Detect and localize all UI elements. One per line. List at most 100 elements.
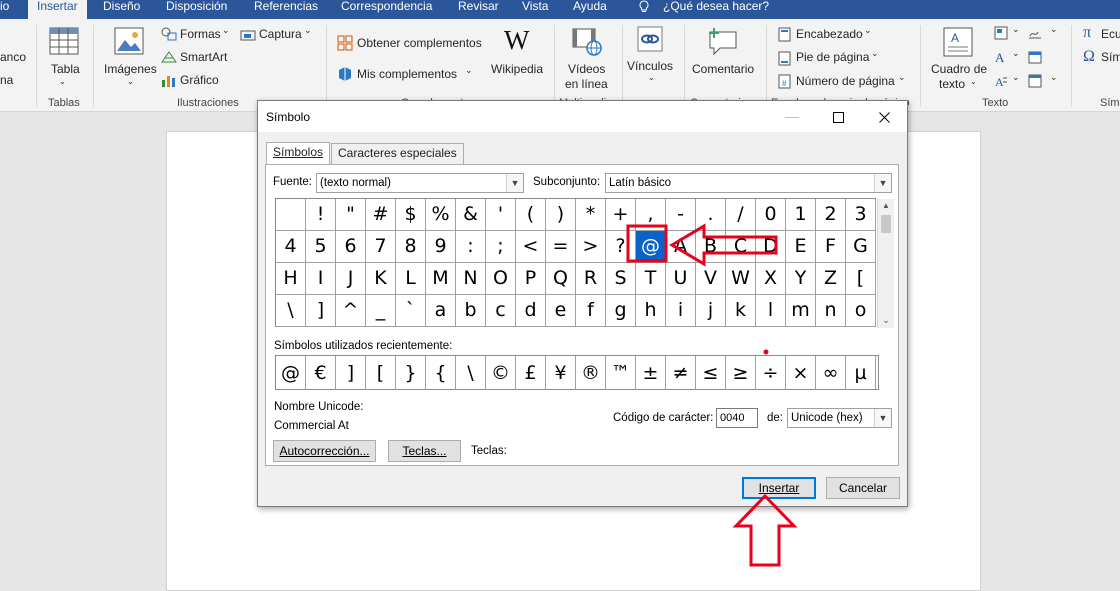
- symbol-cell[interactable]: E: [786, 231, 816, 263]
- symbol-cell[interactable]: !: [306, 199, 336, 231]
- recent-symbol-cell[interactable]: ×: [786, 356, 816, 390]
- symbol-cell[interactable]: V: [696, 263, 726, 295]
- symbol-cell[interactable]: W: [726, 263, 756, 295]
- symbol-cell[interactable]: ^: [336, 295, 366, 327]
- online-video-icon[interactable]: [572, 27, 602, 57]
- tab-disposicion[interactable]: Disposición: [166, 0, 227, 19]
- object-icon[interactable]: [1028, 74, 1042, 88]
- symbol-cell[interactable]: ?: [606, 231, 636, 263]
- insertar-button[interactable]: Insertar: [742, 477, 816, 499]
- symbol-cell[interactable]: o: [846, 295, 876, 327]
- recent-symbol-cell[interactable]: ÷: [756, 356, 786, 390]
- symbol-cell[interactable]: a: [426, 295, 456, 327]
- symbol-cell[interactable]: m: [786, 295, 816, 327]
- symbol-cell[interactable]: _: [366, 295, 396, 327]
- ecuacion-button[interactable]: Ecu: [1101, 27, 1120, 41]
- symbol-cell[interactable]: 2: [816, 199, 846, 231]
- recent-symbol-cell[interactable]: µ: [846, 356, 876, 390]
- symbol-cell[interactable]: %: [426, 199, 456, 231]
- symbol-cell[interactable]: 4: [276, 231, 306, 263]
- cancelar-button[interactable]: Cancelar: [826, 477, 900, 499]
- recent-symbol-cell[interactable]: €: [306, 356, 336, 390]
- symbol-cell[interactable]: j: [696, 295, 726, 327]
- comment-icon[interactable]: [706, 26, 740, 56]
- recent-symbol-cell[interactable]: £: [516, 356, 546, 390]
- symbol-grid-scrollbar[interactable]: ▲ ⌄: [877, 199, 894, 328]
- tab-referencias[interactable]: Referencias: [254, 0, 318, 19]
- symbol-cell[interactable]: K: [366, 263, 396, 295]
- fuente-select[interactable]: (texto normal) ▼: [316, 173, 524, 193]
- symbol-cell[interactable]: P: [516, 263, 546, 295]
- subconjunto-select[interactable]: Latín básico ▼: [605, 173, 892, 193]
- cuadro-de-texto-button-line2[interactable]: texto: [939, 77, 965, 91]
- symbol-cell[interactable]: ': [486, 199, 516, 231]
- comentario-button[interactable]: Comentario: [692, 62, 754, 76]
- cuadro-de-texto-button[interactable]: Cuadro de: [931, 62, 987, 76]
- symbol-cell[interactable]: Z: [816, 263, 846, 295]
- videos-button[interactable]: Vídeos: [568, 62, 605, 76]
- symbol-cell[interactable]: U: [666, 263, 696, 295]
- symbol-cell[interactable]: f: [576, 295, 606, 327]
- symbol-cell[interactable]: N: [456, 263, 486, 295]
- tab-diseno[interactable]: Diseño: [103, 0, 140, 19]
- symbol-cell[interactable]: O: [486, 263, 516, 295]
- dialog-titlebar[interactable]: Símbolo —: [258, 101, 907, 132]
- numero-de-pagina-button[interactable]: Número de página: [796, 74, 895, 88]
- recent-symbol-cell[interactable]: ∞: [816, 356, 846, 390]
- symbol-cell[interactable]: ": [336, 199, 366, 231]
- symbol-cell[interactable]: ,: [636, 199, 666, 231]
- symbol-grid[interactable]: ! " # $% & '() * +, -./0 1 2 3 4 5 6 7 8 9:; < = >? @ A B C D E F G H…: [275, 198, 894, 328]
- symbol-cell[interactable]: >: [576, 231, 606, 263]
- tab-revisar[interactable]: Revisar: [458, 0, 499, 19]
- symbol-cell[interactable]: g: [606, 295, 636, 327]
- symbol-cell[interactable]: 6: [336, 231, 366, 263]
- symbol-cell[interactable]: C: [726, 231, 756, 263]
- wordart-icon[interactable]: A: [994, 50, 1008, 64]
- symbol-cell[interactable]: R: [576, 263, 606, 295]
- recent-symbol-cell[interactable]: ®: [576, 356, 606, 390]
- drop-cap-icon[interactable]: A: [994, 74, 1008, 88]
- recent-symbol-cell[interactable]: @: [276, 356, 306, 390]
- symbol-cell[interactable]: T: [636, 263, 666, 295]
- symbol-cell[interactable]: I: [306, 263, 336, 295]
- symbol-cell[interactable]: G: [846, 231, 876, 263]
- symbol-cell[interactable]: $: [396, 199, 426, 231]
- tabla-button[interactable]: Tabla: [51, 62, 80, 76]
- symbol-cell[interactable]: ): [546, 199, 576, 231]
- tab-vista[interactable]: Vista: [522, 0, 548, 19]
- image-icon[interactable]: [114, 27, 144, 55]
- symbol-cell[interactable]: M: [426, 263, 456, 295]
- symbol-cell[interactable]: &: [456, 199, 486, 231]
- recent-symbol-cell[interactable]: ¥: [546, 356, 576, 390]
- date-time-icon[interactable]: [1028, 50, 1042, 64]
- symbol-cell[interactable]: \: [276, 295, 306, 327]
- symbol-cell[interactable]: 5: [306, 231, 336, 263]
- scroll-up-icon[interactable]: ▲: [878, 201, 894, 210]
- symbol-cell[interactable]: :: [456, 231, 486, 263]
- recent-symbol-cell[interactable]: ™: [606, 356, 636, 390]
- tab-caracteres-especiales[interactable]: Caracteres especiales: [331, 143, 464, 164]
- link-icon[interactable]: [637, 26, 663, 52]
- symbol-cell[interactable]: -: [666, 199, 696, 231]
- symbol-cell[interactable]: k: [726, 295, 756, 327]
- symbol-cell[interactable]: A: [666, 231, 696, 263]
- close-icon[interactable]: [861, 101, 907, 132]
- mis-complementos-button[interactable]: Mis complementos: [357, 67, 457, 81]
- symbol-cell[interactable]: +: [606, 199, 636, 231]
- symbol-cell[interactable]: D: [756, 231, 786, 263]
- symbol-cell[interactable]: h: [636, 295, 666, 327]
- symbol-cell[interactable]: 7: [366, 231, 396, 263]
- captura-button[interactable]: Captura: [259, 27, 302, 41]
- symbol-cell[interactable]: c: [486, 295, 516, 327]
- recent-symbol-cell[interactable]: {: [426, 356, 456, 390]
- symbol-cell[interactable]: #: [366, 199, 396, 231]
- symbol-cell[interactable]: [: [846, 263, 876, 295]
- symbol-cell[interactable]: 0: [756, 199, 786, 231]
- symbol-cell[interactable]: *: [576, 199, 606, 231]
- recent-symbols-row[interactable]: @ €][}{\ © £ ¥ ® ™ ± ≠ ≤ ≥ ÷ × ∞ µ: [275, 355, 879, 390]
- scroll-down-icon[interactable]: ⌄: [878, 315, 894, 326]
- recent-symbol-cell[interactable]: ≤: [696, 356, 726, 390]
- symbol-cell[interactable]: J: [336, 263, 366, 295]
- symbol-cell[interactable]: S: [606, 263, 636, 295]
- symbol-cell[interactable]: L: [396, 263, 426, 295]
